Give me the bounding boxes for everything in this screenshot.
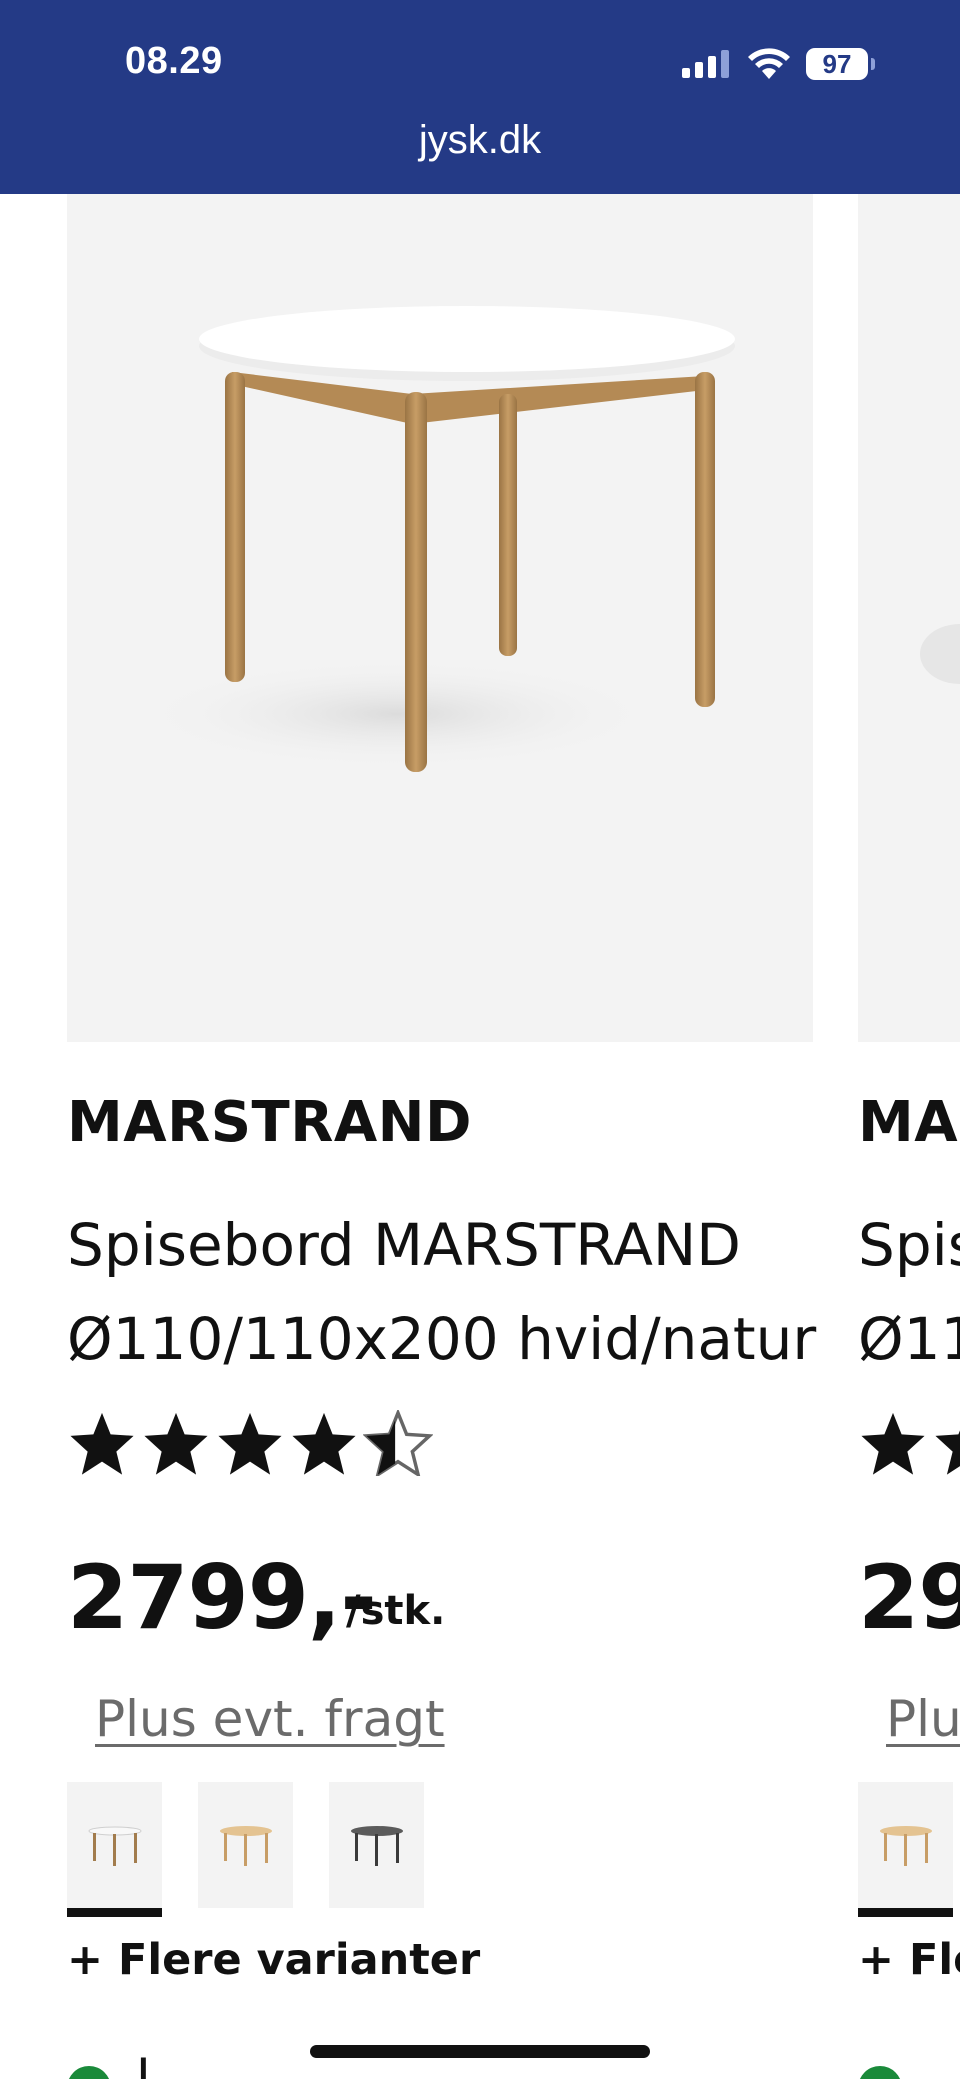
star-filled-icon bbox=[144, 1412, 208, 1475]
star-filled-icon bbox=[218, 1412, 282, 1475]
next-product-stock-status-icon bbox=[858, 2066, 902, 2079]
status-bar: 08.29 97 jysk.dk bbox=[0, 0, 960, 194]
star-filled-icon bbox=[292, 1412, 356, 1475]
next-product-rating-stars[interactable] bbox=[858, 1410, 960, 1476]
rating-stars[interactable] bbox=[67, 1410, 433, 1476]
star-half-icon bbox=[363, 1410, 433, 1476]
more-variants-link[interactable]: + Flere varianter bbox=[67, 1935, 480, 1985]
next-product-image-content bbox=[920, 624, 960, 684]
star-filled-icon bbox=[935, 1430, 960, 1475]
next-product-price: 29 bbox=[858, 1546, 960, 1649]
next-product-title[interactable]: Spis Ø11 bbox=[858, 1198, 960, 1386]
status-time: 08.29 bbox=[125, 40, 223, 82]
table-thumbnail-icon bbox=[350, 1826, 403, 1866]
next-product-freight-link[interactable]: Plu bbox=[886, 1690, 960, 1748]
variant-swatch-white-natural[interactable] bbox=[67, 1782, 162, 1917]
next-product-image[interactable] bbox=[858, 194, 960, 1042]
star-filled-icon bbox=[861, 1412, 925, 1475]
product-title[interactable]: Spisebord MARSTRAND Ø110/110x200 hvid/na… bbox=[67, 1198, 827, 1386]
variant-swatch-dark[interactable] bbox=[329, 1782, 424, 1908]
table-thumbnail-icon bbox=[219, 1826, 272, 1866]
stock-status-icon bbox=[67, 2066, 111, 2079]
wifi-icon bbox=[748, 48, 790, 79]
stock-status-text: L bbox=[136, 2048, 164, 2079]
freight-link[interactable]: Plus evt. fragt bbox=[95, 1690, 445, 1748]
product-brand[interactable]: MARSTRAND bbox=[67, 1090, 472, 1155]
star-filled-icon bbox=[70, 1412, 134, 1475]
next-product-variant-swatches bbox=[858, 1782, 953, 1917]
cellular-signal-icon bbox=[682, 50, 729, 78]
table-thumbnail-icon bbox=[879, 1826, 932, 1866]
variant-swatch-natural[interactable] bbox=[198, 1782, 293, 1908]
table-thumbnail-icon bbox=[88, 1826, 141, 1866]
next-product-more-variants-link[interactable]: + Fle bbox=[858, 1935, 960, 1985]
next-product-title-line2: Ø11 bbox=[858, 1305, 960, 1373]
battery-cap bbox=[871, 58, 875, 70]
battery-indicator: 97 bbox=[806, 48, 868, 80]
variant-swatches bbox=[67, 1782, 424, 1917]
product-price: 2799,- bbox=[67, 1546, 377, 1649]
next-product-variant-swatch[interactable] bbox=[858, 1782, 953, 1917]
address-bar-url[interactable]: jysk.dk bbox=[0, 118, 960, 163]
screen: 08.29 97 jysk.dk MARSTRAND Spisebord MAR… bbox=[0, 0, 960, 2079]
dining-table-image bbox=[137, 306, 735, 772]
next-product-brand[interactable]: MA bbox=[858, 1090, 958, 1155]
product-title-line2: Ø110/110x200 hvid/natur bbox=[67, 1305, 817, 1373]
product-image[interactable] bbox=[67, 194, 813, 1042]
home-indicator[interactable] bbox=[310, 2045, 650, 2058]
next-product-title-line1: Spis bbox=[858, 1211, 960, 1279]
price-unit: /stk. bbox=[346, 1588, 446, 1634]
product-title-line1: Spisebord MARSTRAND bbox=[67, 1211, 741, 1279]
